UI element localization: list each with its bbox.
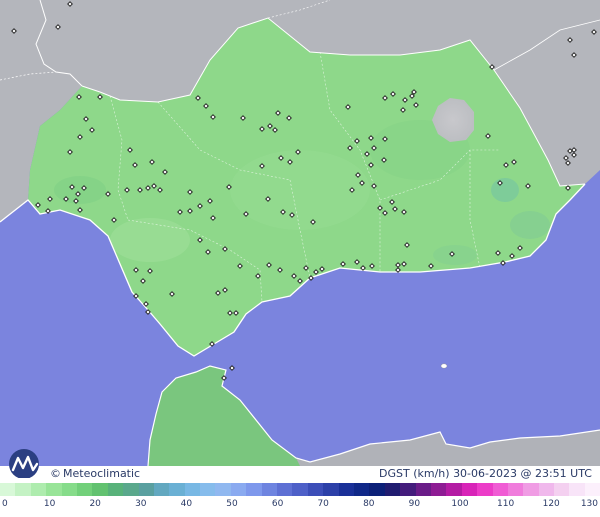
color-scale-cell [138, 483, 154, 496]
color-scale-ticks: 0 10 20 30 40 50 60 70 80 90 100 110 120 130 [0, 497, 600, 517]
color-scale-tick: 70 [317, 499, 329, 509]
color-scale-tick: 10 [43, 499, 56, 509]
field-patch [491, 178, 519, 202]
color-scale-cell [569, 483, 585, 496]
color-scale-tick: 130 [580, 499, 598, 509]
color-scale-cell [430, 483, 447, 496]
color-scale-cell [61, 483, 77, 496]
variable-unit: (km/h) [413, 467, 450, 480]
color-scale-cell [446, 483, 462, 496]
color-scale-cell [338, 483, 354, 496]
color-scale-tick: 30 [135, 499, 147, 509]
color-scale-cell [200, 483, 216, 496]
color-scale-cell [46, 483, 62, 496]
variable-name: DGST [379, 467, 410, 480]
color-scale [0, 483, 600, 496]
credit: © Meteoclimatic [50, 467, 140, 480]
alboran-island [440, 363, 448, 369]
color-scale-cell [30, 483, 47, 496]
color-scale-cell [523, 483, 539, 496]
product-caption: DGST (km/h) 30-06-2023 @ 23:51 UTC [379, 467, 592, 480]
field-patch [54, 176, 106, 204]
color-scale-cell [492, 483, 508, 496]
color-scale-cell [277, 483, 293, 496]
color-scale-cell [92, 483, 108, 496]
meteoclimatic-logo-icon [9, 449, 39, 478]
color-scale-cell [153, 483, 170, 496]
copyright-symbol: © [50, 467, 61, 480]
color-scale-cell [184, 483, 201, 496]
gust-map[interactable] [0, 0, 600, 517]
color-scale-tick: 120 [542, 499, 560, 509]
color-scale-tick: 40 [180, 499, 193, 509]
color-scale-cell [0, 483, 16, 496]
color-scale-cell [369, 483, 385, 496]
color-scale-cell [353, 483, 370, 496]
color-scale-cell [261, 483, 278, 496]
color-scale-cell [215, 483, 231, 496]
color-scale-tick: 80 [363, 499, 375, 509]
color-scale-cell [384, 483, 401, 496]
color-scale-cell [123, 483, 139, 496]
credit-name: Meteoclimatic [63, 467, 141, 480]
color-scale-cell [415, 483, 431, 496]
color-scale-cell [292, 483, 308, 496]
field-patch [230, 150, 370, 230]
color-scale-cell [246, 483, 262, 496]
color-scale-tick: 50 [226, 499, 238, 509]
color-scale-cell [230, 483, 247, 496]
color-scale-cell [323, 483, 339, 496]
color-scale-tick: 100 [451, 499, 469, 509]
field-patch [433, 245, 477, 265]
color-scale-tick: 60 [271, 499, 284, 509]
color-scale-cell [538, 483, 555, 496]
color-scale-tick: 90 [408, 499, 421, 509]
color-scale-cell [400, 483, 416, 496]
color-scale-cell [307, 483, 324, 496]
color-scale-cell [584, 483, 600, 496]
color-scale-cell [477, 483, 493, 496]
color-scale-tick: 110 [497, 499, 515, 509]
color-scale-cell [507, 483, 524, 496]
color-scale-cell [107, 483, 124, 496]
map-datetime: 30-06-2023 @ 23:51 UTC [453, 467, 592, 480]
color-scale-cell [554, 483, 570, 496]
color-scale-cell [76, 483, 93, 496]
color-scale-tick: 0 [2, 499, 8, 509]
color-scale-tick: 20 [89, 499, 101, 509]
field-patch [510, 211, 550, 239]
color-scale-cell [15, 483, 31, 496]
color-scale-cell [461, 483, 478, 496]
field-patch [110, 218, 190, 262]
color-scale-cell [169, 483, 185, 496]
